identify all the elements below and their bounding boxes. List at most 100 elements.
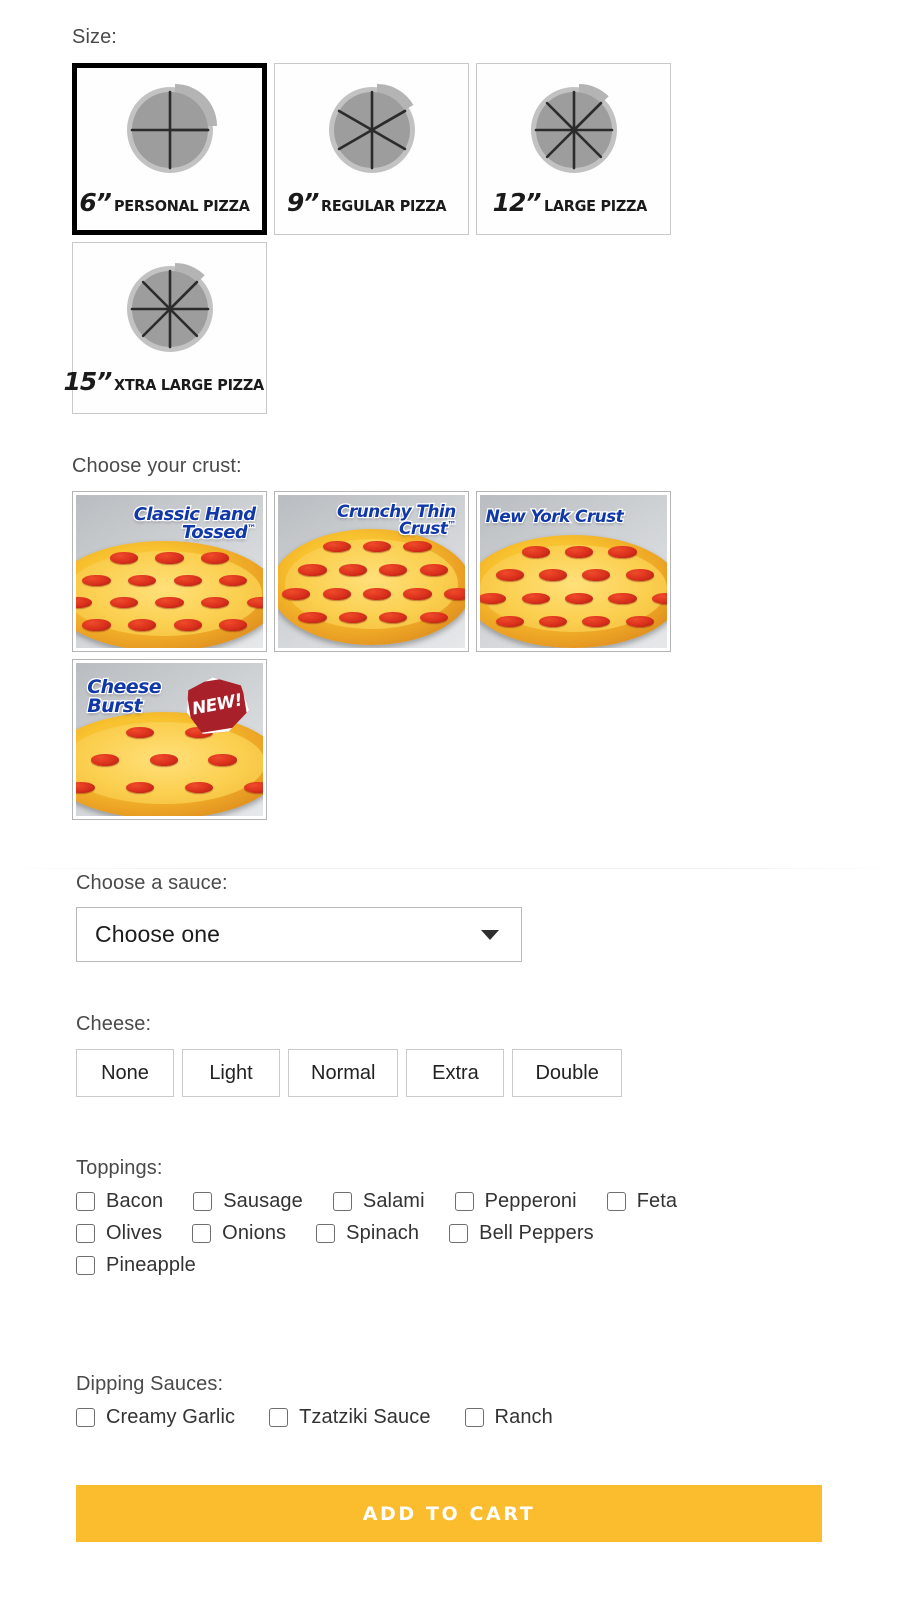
- pepperoni-icon: [565, 546, 594, 558]
- pepperoni-icon: [539, 615, 568, 628]
- pepperoni-icon: [363, 540, 392, 553]
- checkbox-icon[interactable]: [606, 1192, 626, 1211]
- cheese-option-button[interactable]: None: [76, 1049, 174, 1097]
- crust-label-line-2: Burst: [86, 696, 161, 718]
- pepperoni-icon: [282, 588, 311, 600]
- crust-label-line-2-text: Crust: [398, 519, 449, 540]
- pepperoni-icon: [608, 546, 637, 558]
- size-option-tile[interactable]: 12” LARGE PIZZA: [476, 63, 671, 235]
- size-option-inches: 15”: [63, 367, 112, 396]
- pepperoni-icon: [495, 569, 524, 581]
- size-option-tile[interactable]: 9” REGULAR PIZZA: [274, 63, 469, 235]
- crust-label: Choose your crust:: [72, 455, 242, 477]
- crust-option-tile[interactable]: Classic Hand Tossed™: [72, 491, 267, 652]
- checkbox-icon[interactable]: [454, 1192, 474, 1211]
- chevron-down-icon: [481, 929, 499, 940]
- toppings-checkbox-label: Salami: [362, 1190, 425, 1212]
- pepperoni-icon: [82, 574, 111, 586]
- pepperoni-icon: [338, 564, 367, 576]
- size-option-caption: 9” REGULAR PIZZA: [287, 188, 456, 217]
- size-option-name: LARGE PIZZA: [543, 197, 647, 215]
- pepperoni-icon: [243, 781, 263, 793]
- pepperoni-icon: [608, 592, 637, 605]
- cheese-option-button[interactable]: Normal: [288, 1049, 399, 1097]
- toppings-checkbox-item[interactable]: Olives: [76, 1222, 162, 1245]
- pepperoni-icon: [128, 619, 157, 631]
- size-option-inches: 12”: [492, 188, 542, 217]
- toppings-checkbox-label: Feta: [636, 1190, 678, 1212]
- crust-label-line-2-text: Tossed: [181, 521, 249, 543]
- checkbox-icon[interactable]: [192, 1224, 212, 1243]
- toppings-checkbox-item[interactable]: Onions: [192, 1222, 286, 1245]
- sauce-select[interactable]: Choose one: [76, 907, 522, 962]
- toppings-checkbox-label: Onions: [222, 1222, 287, 1244]
- toppings-checkbox-item[interactable]: Bell Peppers: [449, 1222, 594, 1245]
- size-option-tile[interactable]: 15” XTRA LARGE PIZZA: [63, 242, 267, 414]
- add-to-cart-button[interactable]: ADD TO CART: [76, 1485, 822, 1542]
- size-option-tile[interactable]: 6” PERSONAL PIZZA: [72, 63, 267, 235]
- toppings-checkbox-item[interactable]: Pineapple: [76, 1254, 196, 1277]
- dipping-checkbox-item[interactable]: Creamy Garlic: [76, 1406, 235, 1429]
- checkbox-icon[interactable]: [316, 1224, 336, 1243]
- checkbox-icon[interactable]: [332, 1192, 352, 1211]
- size-option-name: REGULAR PIZZA: [321, 197, 447, 215]
- toppings-checkbox-item[interactable]: Pepperoni: [454, 1190, 577, 1213]
- new-badge-label: NEW!: [190, 690, 244, 720]
- dipping-section: Dipping Sauces: Creamy Garlic Tzatziki Sa…: [76, 1373, 876, 1438]
- checkbox-icon[interactable]: [76, 1256, 95, 1275]
- checkbox-icon[interactable]: [76, 1224, 95, 1243]
- checkbox-icon[interactable]: [449, 1224, 469, 1243]
- crust-option-image: Crunchy Thin Crust™: [278, 495, 465, 648]
- size-option-inches: 9”: [286, 188, 319, 217]
- sauce-section: Choose a sauce: Choose one: [76, 872, 836, 962]
- pepperoni-icon: [219, 574, 248, 586]
- checkbox-icon[interactable]: [193, 1192, 213, 1211]
- crust-options-grid: Classic Hand Tossed™ Crunchy Thin Crust™ New…: [72, 491, 692, 820]
- checkbox-icon[interactable]: [464, 1408, 484, 1427]
- toppings-checkbox-label: Spinach: [346, 1222, 420, 1244]
- pepperoni-icon: [322, 588, 351, 600]
- pepperoni-icon: [322, 540, 351, 553]
- pepperoni-icon: [521, 546, 550, 558]
- toppings-checkbox-list: Bacon Sausage Salami Pepperoni Feta Olives Oni…: [76, 1190, 876, 1277]
- cheese-option-button[interactable]: Double: [512, 1049, 622, 1097]
- pizza-builder-page: Size: 6” PERSONAL PIZZA 9” REGULAR PIZZA 12”…: [0, 0, 900, 1600]
- dipping-checkbox-label: Tzatziki Sauce: [299, 1406, 431, 1428]
- checkbox-icon[interactable]: [76, 1408, 95, 1427]
- cheese-option-label: Normal: [311, 1061, 376, 1084]
- size-option-caption: 12” LARGE PIZZA: [493, 188, 655, 217]
- dipping-checkbox-item[interactable]: Tzatziki Sauce: [269, 1406, 430, 1429]
- checkbox-icon[interactable]: [269, 1408, 289, 1427]
- pepperoni-icon: [82, 619, 111, 631]
- cheese-option-label: Double: [535, 1061, 599, 1084]
- toppings-checkbox-label: Pepperoni: [484, 1190, 577, 1212]
- cheese-option-button[interactable]: Extra: [406, 1049, 505, 1097]
- crust-option-label: New York Crust: [484, 507, 625, 527]
- toppings-checkbox-item[interactable]: Sausage: [193, 1190, 303, 1213]
- crust-option-label: Classic Hand Tossed™: [133, 504, 258, 543]
- pepperoni-icon: [126, 726, 155, 739]
- toppings-checkbox-item[interactable]: Salami: [332, 1190, 425, 1213]
- pizza-slices-icon: [522, 78, 626, 182]
- crust-option-tile[interactable]: New York Crust: [476, 491, 671, 652]
- toppings-checkbox-item[interactable]: Feta: [606, 1190, 678, 1213]
- pepperoni-icon: [539, 569, 568, 581]
- pepperoni-icon: [419, 611, 448, 624]
- toppings-checkbox-label: Bell Peppers: [479, 1222, 594, 1244]
- dipping-checkbox-label: Ranch: [494, 1406, 553, 1428]
- toppings-row: Bacon Sausage Salami Pepperoni Feta: [76, 1190, 876, 1213]
- toppings-checkbox-item[interactable]: Bacon: [76, 1190, 163, 1213]
- sauce-selected-value: Choose one: [95, 921, 221, 947]
- pepperoni-icon: [155, 552, 184, 564]
- crust-option-tile[interactable]: Crunchy Thin Crust™: [274, 491, 469, 652]
- cheese-option-button[interactable]: Light: [182, 1049, 280, 1097]
- size-option-caption: 15” XTRA LARGE PIZZA: [63, 367, 275, 396]
- checkbox-icon[interactable]: [76, 1192, 95, 1211]
- trademark-icon: ™: [446, 520, 458, 532]
- dipping-checkbox-item[interactable]: Ranch: [464, 1406, 553, 1429]
- pepperoni-icon: [173, 574, 202, 586]
- pepperoni-icon: [128, 574, 157, 586]
- toppings-checkbox-item[interactable]: Spinach: [316, 1222, 419, 1245]
- size-option-name: XTRA LARGE PIZZA: [114, 376, 265, 394]
- crust-option-tile[interactable]: Cheese Burst NEW!: [72, 659, 267, 820]
